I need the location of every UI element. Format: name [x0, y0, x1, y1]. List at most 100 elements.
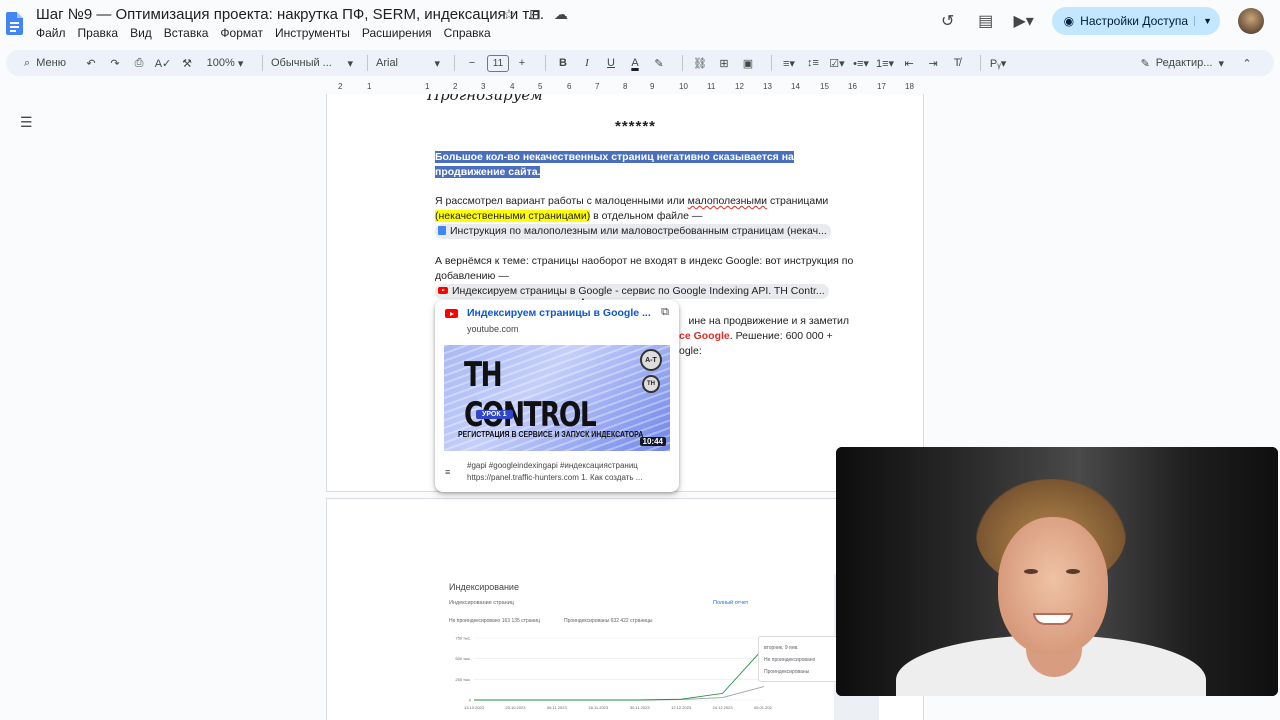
decrease-indent-icon[interactable]: ⇤: [900, 52, 918, 74]
preview-title-link[interactable]: Индексируем страницы в Google ...: [467, 307, 651, 319]
link-preview-card[interactable]: Индексируем страницы в Google ... ⧉ yout…: [435, 300, 679, 492]
menu-extensions[interactable]: Расширения: [362, 26, 432, 40]
document-outline-icon[interactable]: ☰: [20, 114, 33, 131]
spellcheck-icon[interactable]: A✓: [154, 52, 172, 74]
youtube-smart-chip[interactable]: Индексируем страницы в Google - сервис п…: [435, 284, 829, 299]
undo-icon[interactable]: ↶: [82, 52, 100, 74]
style-select[interactable]: Обычный ... ▾: [271, 52, 353, 74]
copy-link-icon[interactable]: ⧉: [661, 306, 669, 319]
series-line: [474, 647, 765, 701]
search-menus-button[interactable]: ⌕ Меню: [14, 52, 76, 74]
font-size-input[interactable]: 11: [487, 54, 509, 72]
menu-edit[interactable]: Правка: [78, 26, 119, 40]
link-icon[interactable]: ⛓: [691, 52, 709, 74]
menu-tools[interactable]: Инструменты: [275, 26, 350, 40]
align-icon[interactable]: ≡▾: [780, 52, 798, 74]
paragraph-selected[interactable]: Большое кол-во некачественных страниц не…: [435, 150, 855, 180]
globe-icon: ◉: [1063, 14, 1075, 28]
increase-font-icon[interactable]: +: [513, 52, 531, 74]
text: в отдельном файле —: [590, 210, 703, 222]
print-icon[interactable]: ⎙: [130, 52, 148, 74]
ruler-number: 5: [538, 82, 543, 91]
paragraph-partial[interactable]: се Google. Решение: 600 000 +: [679, 329, 879, 344]
underline-icon[interactable]: U: [602, 52, 620, 74]
version-history-icon[interactable]: ↺: [938, 11, 958, 31]
ruler-number: 14: [791, 82, 800, 91]
text: страницами: [767, 195, 829, 207]
menu-help[interactable]: Справка: [444, 26, 491, 40]
tooltip-not-indexed: Не проиндексировано: [764, 657, 816, 663]
misspelled-word[interactable]: малополезными: [688, 195, 767, 207]
cloud-status-icon[interactable]: ☁: [552, 6, 570, 23]
star-icon[interactable]: ☆: [500, 6, 518, 23]
legend-not-indexed: Не проиндексировано 163 135 страниц: [449, 618, 540, 624]
checklist-icon[interactable]: ☑▾: [828, 52, 846, 74]
editing-mode-select[interactable]: ✎ Редактир... ▾: [1141, 57, 1224, 70]
redo-icon[interactable]: ↷: [106, 52, 124, 74]
ruler-number: 2: [338, 82, 343, 91]
docs-logo-icon[interactable]: [6, 12, 23, 35]
bulleted-list-icon[interactable]: •≡▾: [852, 52, 870, 74]
italic-icon[interactable]: I: [578, 52, 596, 74]
zoom-select[interactable]: 100% ▾: [202, 52, 248, 74]
doc-smart-chip[interactable]: Инструкция по малополезным или маловостр…: [435, 224, 831, 239]
paint-format-icon[interactable]: ⚒: [178, 52, 196, 74]
text: ogle:: [679, 345, 702, 357]
heading-partial: Прогнозируем: [427, 94, 543, 104]
chart-subtitle: Индексирование страниц: [449, 600, 514, 606]
ruler-number: 4: [510, 82, 515, 91]
video-thumbnail[interactable]: TH CONTROL УРОК 1 РЕГИСТРАЦИЯ В СЕРВИСЕ …: [444, 345, 670, 451]
hide-menus-icon[interactable]: ⌃: [1238, 52, 1256, 74]
presenter-face: [998, 517, 1108, 655]
text: ине на продвижение и я заметил: [688, 315, 849, 327]
paragraph-low-quality-pages[interactable]: Я рассмотрел вариант работы с малоценным…: [435, 194, 855, 239]
line-spacing-icon[interactable]: ↕≡: [804, 52, 822, 74]
menu-format[interactable]: Формат: [220, 26, 263, 40]
decrease-font-icon[interactable]: −: [463, 52, 481, 74]
toolbar-divider: [771, 55, 772, 71]
add-comment-icon[interactable]: ⊞: [715, 52, 733, 74]
document-title[interactable]: Шаг №9 — Оптимизация проекта: накрутка П…: [36, 6, 544, 23]
ruler-number: 10: [679, 82, 688, 91]
comments-icon[interactable]: ▤: [976, 11, 996, 31]
text-color-icon[interactable]: A: [626, 52, 644, 74]
meet-icon[interactable]: ▶▾: [1014, 11, 1034, 31]
ruler-number: 11: [707, 82, 716, 91]
share-dropdown-icon[interactable]: ▼: [1194, 16, 1212, 26]
title-icons: ☆ ⊟ ☁: [500, 6, 570, 23]
style-value: Обычный ...: [271, 57, 332, 69]
text: . Решение: 600 000 +: [729, 330, 833, 342]
highlighted-text: (некачественными страницами): [435, 210, 591, 222]
thumbnail-subtitle: РЕГИСТРАЦИЯ В СЕРВИСЕ И ЗАПУСК ИНДЕКСАТО…: [458, 429, 644, 439]
highlight-icon[interactable]: ✎: [650, 52, 668, 74]
menu-bar: Файл Правка Вид Вставка Формат Инструмен…: [36, 26, 503, 40]
ruler-number: 7: [595, 82, 600, 91]
y-tick-label: 0: [469, 698, 472, 703]
menu-insert[interactable]: Вставка: [164, 26, 209, 40]
paragraph-indexing[interactable]: А вернёмся к теме: страницы наоборот не …: [435, 254, 855, 299]
x-tick-label: 24.12.2023: [713, 705, 734, 710]
font-value: Arial: [376, 57, 399, 69]
tooltip-date: вторник, 9 янв.: [764, 645, 799, 651]
description-icon: ≡: [445, 467, 451, 477]
menu-view[interactable]: Вид: [130, 26, 152, 40]
move-folder-icon[interactable]: ⊟: [526, 6, 544, 23]
clear-formatting-icon[interactable]: T̸: [948, 52, 966, 74]
insert-image-icon[interactable]: ▣: [739, 52, 757, 74]
input-tools-icon[interactable]: Pᵧ▾: [989, 52, 1007, 74]
toolbar-divider: [262, 55, 263, 71]
thumbnail-title: TH CONTROL: [464, 355, 597, 435]
avatar[interactable]: [1238, 8, 1264, 34]
y-tick-label: 500 тыс.: [455, 656, 471, 661]
title-bar: Шаг №9 — Оптимизация проекта: накрутка П…: [0, 0, 1280, 46]
paragraph-partial[interactable]: ogle:: [679, 344, 879, 359]
numbered-list-icon[interactable]: 1≡▾: [876, 52, 894, 74]
font-select[interactable]: Arial ▾: [376, 52, 440, 74]
text: А вернёмся к теме: страницы наоборот не …: [435, 255, 854, 282]
chart-title: Индексирование: [449, 582, 519, 592]
share-button[interactable]: ◉ Настройки Доступа ▼: [1051, 7, 1220, 35]
bold-icon[interactable]: B: [554, 52, 572, 74]
menu-file[interactable]: Файл: [36, 26, 66, 40]
preview-domain: youtube.com: [467, 324, 519, 334]
increase-indent-icon[interactable]: ⇥: [924, 52, 942, 74]
